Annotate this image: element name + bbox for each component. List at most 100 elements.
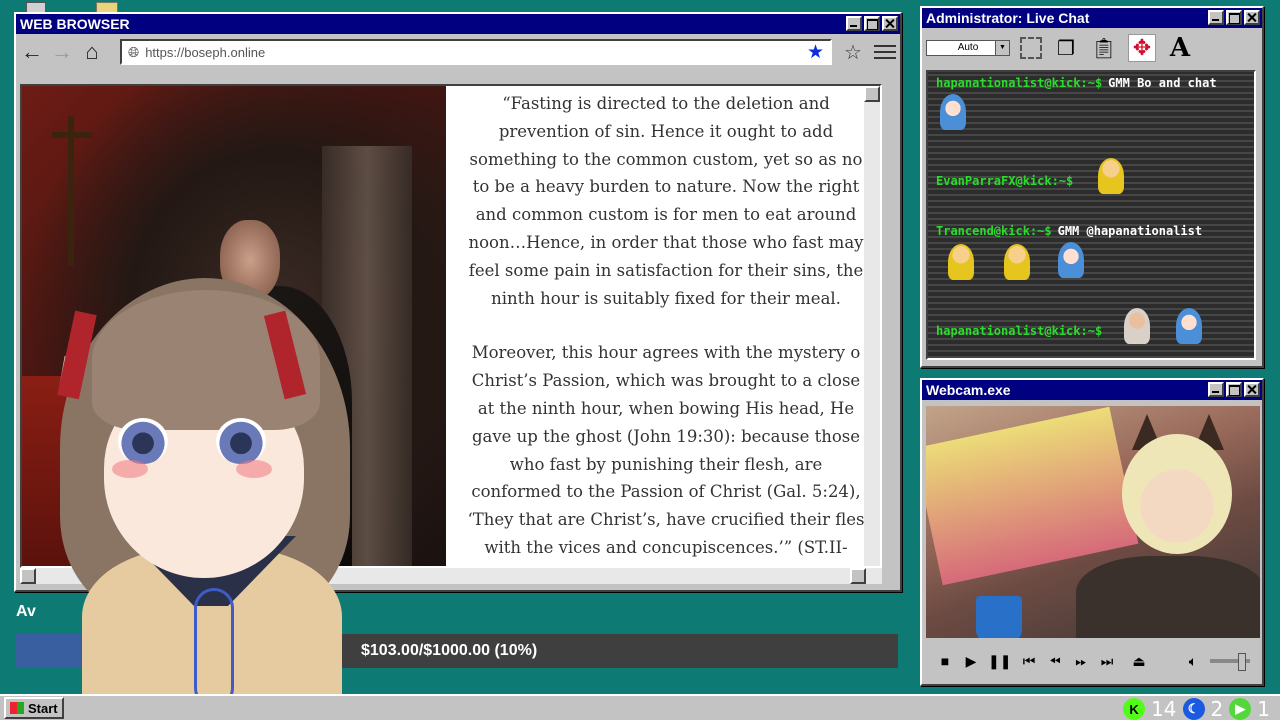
painting-image (22, 86, 446, 566)
chat-messages[interactable]: hapanationalist@kick:~$ GMM Bo and chat E… (926, 70, 1256, 360)
moon-icon[interactable]: ☾ (1182, 698, 1205, 720)
webcam-titlebar[interactable]: Webcam.exe (922, 380, 1262, 400)
chat-text: GMM @hapanationalist (1057, 224, 1203, 238)
globe-icon: 🌐︎ (128, 43, 140, 60)
chat-toolbar: Auto ▼ ❐ 📋︎ ✥ A (922, 28, 1262, 68)
volume-slider[interactable] (1210, 653, 1250, 671)
yellow-raincoat-emote-icon (948, 244, 974, 280)
rewind-icon[interactable]: ⏪︎ (1046, 653, 1064, 670)
close-button[interactable] (1244, 382, 1260, 397)
chat-message: hapanationalist@kick:~$ GMM Bo and chat (936, 76, 1217, 90)
donation-progress-text: $103.00/$1000.00 (10%) (361, 642, 538, 659)
chat-username[interactable]: hapanationalist@kick:~$ (936, 324, 1102, 338)
select-tool-icon[interactable] (1020, 37, 1042, 59)
donation-label: Av (16, 603, 36, 620)
font-size-select[interactable]: Auto ▼ (926, 40, 1010, 56)
play-icon[interactable]: ▶ (962, 653, 980, 670)
moon-count: 2 (1210, 697, 1224, 720)
chevron-down-icon[interactable]: ▼ (995, 41, 1009, 55)
horizontal-scrollbar[interactable] (20, 568, 882, 584)
chat-message: hapanationalist@kick:~$ (936, 324, 1108, 338)
minimize-button[interactable] (846, 16, 862, 31)
browser-titlebar[interactable]: WEB BROWSER (16, 14, 900, 34)
quote-line: to be a heavy burden to nature. Now the … (472, 177, 860, 197)
quote-line: and common custom is for men to eat arou… (475, 205, 857, 225)
browser-navbar: ← → ⌂ 🌐︎ https://boseph.online ★ ☆ (16, 34, 900, 70)
quote-line: “Fasting is directed to the deletion and (502, 94, 830, 113)
quote-line: ninth hour is suitably fixed for their m… (491, 288, 841, 308)
anime-emote-icon (940, 94, 966, 130)
quote-line: conformed to the Passion of Christ (Gal.… (471, 482, 861, 502)
media-controls: ■ ▶ ❚❚ ⏮︎ ⏪︎ ⏩︎ ⏭︎ ⏏︎ 🔈︎ (926, 642, 1260, 680)
home-icon[interactable]: ⌂ (80, 39, 104, 64)
vertical-scrollbar[interactable] (864, 86, 880, 566)
start-button[interactable]: Start (4, 697, 64, 719)
eject-icon[interactable]: ⏏︎ (1130, 653, 1148, 670)
copy-icon[interactable]: ❐ (1052, 34, 1080, 62)
bookmark-star-icon[interactable]: ★ (807, 41, 824, 64)
url-text[interactable]: https://boseph.online (145, 45, 801, 60)
system-tray: K 14 ☾ 2 ▶ 1 (1123, 697, 1270, 720)
font-size-value: Auto (957, 42, 979, 53)
quote-line: something to the common custom, yet so a… (469, 149, 863, 169)
scroll-left-button[interactable] (20, 568, 36, 584)
maximize-button[interactable] (1226, 382, 1242, 397)
maximize-button[interactable] (864, 16, 880, 31)
fast-forward-icon[interactable]: ⏩︎ (1072, 653, 1090, 670)
taskbar: Start K 14 ☾ 2 ▶ 1 (0, 694, 1280, 720)
webcam-video (926, 406, 1260, 638)
page-content: “Fasting is directed to the deletion and… (20, 84, 882, 568)
quote-line: Christ’s Passion, which was brought to a… (471, 371, 861, 391)
chat-username[interactable]: Trancend@kick:~$ (936, 224, 1052, 238)
chat-title: Administrator: Live Chat (926, 10, 1090, 26)
close-button[interactable] (1244, 10, 1260, 25)
quote-line: feel some pain in satisfaction for their… (468, 260, 864, 280)
minimize-button[interactable] (1208, 382, 1224, 397)
hamburger-menu-icon[interactable] (874, 45, 896, 59)
favorites-star-icon[interactable]: ☆ (838, 40, 868, 65)
donation-progress-fill (16, 634, 107, 668)
yellow-raincoat-emote-icon (1098, 158, 1124, 194)
quote-line: Moreover, this hour agrees with the myst… (471, 343, 861, 363)
yellow-raincoat-emote-icon (1004, 244, 1030, 280)
skip-forward-icon[interactable]: ⏭︎ (1098, 653, 1116, 670)
paste-icon[interactable]: 📋︎ (1090, 34, 1118, 62)
quote-line: gave up the ghost (John 19:30): because … (471, 426, 861, 446)
chat-titlebar[interactable]: Administrator: Live Chat (922, 8, 1262, 28)
chat-text: GMM Bo and chat (1108, 76, 1217, 90)
pause-icon[interactable]: ❚❚ (988, 653, 1011, 670)
stop-icon[interactable]: ■ (936, 653, 954, 669)
play-count: 1 (1257, 697, 1270, 720)
address-bar[interactable]: 🌐︎ https://boseph.online ★ (120, 39, 832, 65)
browser-title: WEB BROWSER (20, 16, 130, 32)
quote-block: “Fasting is directed to the deletion and… (446, 86, 880, 562)
font-icon[interactable]: A (1166, 33, 1194, 63)
play-circle-icon[interactable]: ▶ (1229, 698, 1252, 720)
quote-line: with the vices and concupiscences.’” (ST… (484, 537, 848, 557)
scroll-up-button[interactable] (864, 86, 880, 102)
move-icon[interactable]: ✥ (1128, 34, 1156, 62)
quote-line: noon…Hence, in order that those who fast… (468, 232, 864, 252)
volume-icon[interactable]: 🔈︎ (1184, 653, 1202, 670)
donation-progress-bar: $103.00/$1000.00 (10%) (16, 634, 898, 668)
back-arrow-icon[interactable]: ← (20, 39, 44, 64)
scroll-right-button[interactable] (850, 568, 866, 584)
skip-back-icon[interactable]: ⏮︎ (1020, 653, 1038, 670)
forward-arrow-icon[interactable]: → (50, 39, 74, 64)
quote-paragraph: “Fasting is directed to the deletion and… (450, 90, 880, 312)
windows-logo-icon (10, 702, 24, 714)
blue-hair-emote-icon (1058, 242, 1084, 278)
quote-line: at the ninth hour, when bowing His head,… (477, 398, 855, 418)
quote-line: who fast by punishing their flesh, are (509, 454, 823, 474)
close-button[interactable] (882, 16, 898, 31)
maximize-button[interactable] (1226, 10, 1242, 25)
chat-message: EvanParraFX@kick:~$ (936, 174, 1079, 188)
webcam-title: Webcam.exe (926, 382, 1011, 398)
blue-hair-emote-icon (1176, 308, 1202, 344)
chat-username[interactable]: EvanParraFX@kick:~$ (936, 174, 1073, 188)
chat-window: Administrator: Live Chat Auto ▼ ❐ 📋︎ ✥ A… (920, 6, 1264, 368)
minimize-button[interactable] (1208, 10, 1224, 25)
kick-logo-icon[interactable]: K (1123, 698, 1146, 720)
quote-line: ‘They that are Christ’s, have crucified … (467, 510, 865, 530)
chat-username[interactable]: hapanationalist@kick:~$ (936, 76, 1102, 90)
